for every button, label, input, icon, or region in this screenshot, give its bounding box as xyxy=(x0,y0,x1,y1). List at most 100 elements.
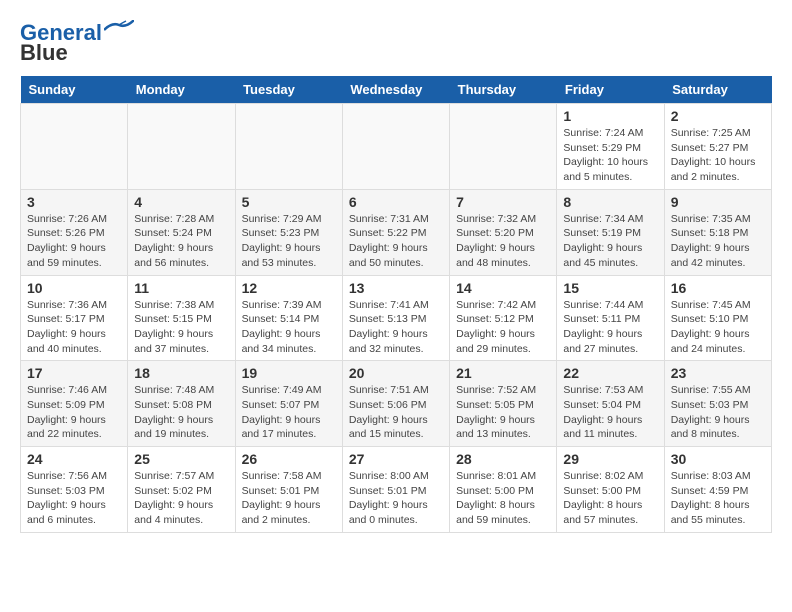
day-number: 10 xyxy=(27,280,121,296)
calendar-day-cell: 22 Sunrise: 7:53 AM Sunset: 5:04 PM Dayli… xyxy=(557,361,664,447)
calendar-week-row: 10 Sunrise: 7:36 AM Sunset: 5:17 PM Dayli… xyxy=(21,275,772,361)
calendar-day-cell: 2 Sunrise: 7:25 AM Sunset: 5:27 PM Daylig… xyxy=(664,104,771,190)
calendar-day-cell: 8 Sunrise: 7:34 AM Sunset: 5:19 PM Daylig… xyxy=(557,189,664,275)
day-info: Sunrise: 7:52 AM Sunset: 5:05 PM Dayligh… xyxy=(456,383,550,442)
day-info: Sunrise: 7:51 AM Sunset: 5:06 PM Dayligh… xyxy=(349,383,443,442)
day-number: 12 xyxy=(242,280,336,296)
day-number: 19 xyxy=(242,365,336,381)
day-number: 11 xyxy=(134,280,228,296)
calendar-day-cell: 14 Sunrise: 7:42 AM Sunset: 5:12 PM Dayli… xyxy=(450,275,557,361)
calendar-day-cell: 11 Sunrise: 7:38 AM Sunset: 5:15 PM Dayli… xyxy=(128,275,235,361)
day-number: 3 xyxy=(27,194,121,210)
day-info: Sunrise: 7:55 AM Sunset: 5:03 PM Dayligh… xyxy=(671,383,765,442)
day-number: 17 xyxy=(27,365,121,381)
day-info: Sunrise: 7:53 AM Sunset: 5:04 PM Dayligh… xyxy=(563,383,657,442)
logo-bird-icon xyxy=(104,20,134,38)
calendar-day-cell: 13Sunrise: 7:41 AM Sunset: 5:13 PM Dayli… xyxy=(342,275,449,361)
calendar-table: SundayMondayTuesdayWednesdayThursdayFrid… xyxy=(20,76,772,533)
calendar-day-cell: 9Sunrise: 7:35 AM Sunset: 5:18 PM Daylig… xyxy=(664,189,771,275)
day-number: 1 xyxy=(563,108,657,124)
calendar-day-cell: 26 Sunrise: 7:58 AM Sunset: 5:01 PM Dayli… xyxy=(235,447,342,533)
day-info: Sunrise: 8:00 AM Sunset: 5:01 PM Dayligh… xyxy=(349,469,443,528)
day-number: 29 xyxy=(563,451,657,467)
weekday-header-thursday: Thursday xyxy=(450,76,557,104)
day-info: Sunrise: 7:49 AM Sunset: 5:07 PM Dayligh… xyxy=(242,383,336,442)
weekday-header-tuesday: Tuesday xyxy=(235,76,342,104)
calendar-day-cell: 5 Sunrise: 7:29 AM Sunset: 5:23 PM Daylig… xyxy=(235,189,342,275)
calendar-week-row: 24 Sunrise: 7:56 AM Sunset: 5:03 PM Dayli… xyxy=(21,447,772,533)
calendar-day-cell: 7 Sunrise: 7:32 AM Sunset: 5:20 PM Daylig… xyxy=(450,189,557,275)
day-info: Sunrise: 7:48 AM Sunset: 5:08 PM Dayligh… xyxy=(134,383,228,442)
day-info: Sunrise: 8:03 AM Sunset: 4:59 PM Dayligh… xyxy=(671,469,765,528)
day-info: Sunrise: 7:58 AM Sunset: 5:01 PM Dayligh… xyxy=(242,469,336,528)
calendar-day-cell: 18 Sunrise: 7:48 AM Sunset: 5:08 PM Dayli… xyxy=(128,361,235,447)
calendar-day-cell: 23 Sunrise: 7:55 AM Sunset: 5:03 PM Dayli… xyxy=(664,361,771,447)
logo-blue: Blue xyxy=(20,40,68,66)
day-number: 18 xyxy=(134,365,228,381)
calendar-day-cell: 21 Sunrise: 7:52 AM Sunset: 5:05 PM Dayli… xyxy=(450,361,557,447)
weekday-header-sunday: Sunday xyxy=(21,76,128,104)
day-number: 26 xyxy=(242,451,336,467)
day-number: 27 xyxy=(349,451,443,467)
calendar-day-cell xyxy=(342,104,449,190)
day-info: Sunrise: 7:56 AM Sunset: 5:03 PM Dayligh… xyxy=(27,469,121,528)
header: General Blue xyxy=(20,20,772,66)
calendar-week-row: 1 Sunrise: 7:24 AM Sunset: 5:29 PM Daylig… xyxy=(21,104,772,190)
calendar-day-cell: 29 Sunrise: 8:02 AM Sunset: 5:00 PM Dayli… xyxy=(557,447,664,533)
day-number: 24 xyxy=(27,451,121,467)
weekday-header-monday: Monday xyxy=(128,76,235,104)
day-number: 15 xyxy=(563,280,657,296)
day-info: Sunrise: 7:25 AM Sunset: 5:27 PM Dayligh… xyxy=(671,126,765,185)
calendar-day-cell: 20 Sunrise: 7:51 AM Sunset: 5:06 PM Dayli… xyxy=(342,361,449,447)
day-number: 2 xyxy=(671,108,765,124)
day-number: 21 xyxy=(456,365,550,381)
calendar-day-cell: 4Sunrise: 7:28 AM Sunset: 5:24 PM Daylig… xyxy=(128,189,235,275)
day-number: 28 xyxy=(456,451,550,467)
weekday-header-row: SundayMondayTuesdayWednesdayThursdayFrid… xyxy=(21,76,772,104)
day-info: Sunrise: 7:44 AM Sunset: 5:11 PM Dayligh… xyxy=(563,298,657,357)
day-number: 16 xyxy=(671,280,765,296)
day-info: Sunrise: 7:29 AM Sunset: 5:23 PM Dayligh… xyxy=(242,212,336,271)
day-info: Sunrise: 7:39 AM Sunset: 5:14 PM Dayligh… xyxy=(242,298,336,357)
calendar-day-cell xyxy=(235,104,342,190)
day-number: 22 xyxy=(563,365,657,381)
day-number: 20 xyxy=(349,365,443,381)
day-number: 8 xyxy=(563,194,657,210)
day-info: Sunrise: 7:42 AM Sunset: 5:12 PM Dayligh… xyxy=(456,298,550,357)
day-number: 7 xyxy=(456,194,550,210)
day-number: 5 xyxy=(242,194,336,210)
day-info: Sunrise: 7:31 AM Sunset: 5:22 PM Dayligh… xyxy=(349,212,443,271)
logo: General Blue xyxy=(20,20,134,66)
day-number: 6 xyxy=(349,194,443,210)
calendar-week-row: 17 Sunrise: 7:46 AM Sunset: 5:09 PM Dayli… xyxy=(21,361,772,447)
calendar-day-cell: 24 Sunrise: 7:56 AM Sunset: 5:03 PM Dayli… xyxy=(21,447,128,533)
day-info: Sunrise: 8:01 AM Sunset: 5:00 PM Dayligh… xyxy=(456,469,550,528)
calendar-day-cell: 3 Sunrise: 7:26 AM Sunset: 5:26 PM Daylig… xyxy=(21,189,128,275)
day-info: Sunrise: 7:35 AM Sunset: 5:18 PM Dayligh… xyxy=(671,212,765,271)
weekday-header-friday: Friday xyxy=(557,76,664,104)
calendar-week-row: 3 Sunrise: 7:26 AM Sunset: 5:26 PM Daylig… xyxy=(21,189,772,275)
day-number: 25 xyxy=(134,451,228,467)
day-info: Sunrise: 7:32 AM Sunset: 5:20 PM Dayligh… xyxy=(456,212,550,271)
calendar-day-cell: 6 Sunrise: 7:31 AM Sunset: 5:22 PM Daylig… xyxy=(342,189,449,275)
calendar-day-cell: 28 Sunrise: 8:01 AM Sunset: 5:00 PM Dayli… xyxy=(450,447,557,533)
calendar-day-cell xyxy=(450,104,557,190)
day-info: Sunrise: 7:34 AM Sunset: 5:19 PM Dayligh… xyxy=(563,212,657,271)
calendar-day-cell: 16 Sunrise: 7:45 AM Sunset: 5:10 PM Dayli… xyxy=(664,275,771,361)
day-info: Sunrise: 7:26 AM Sunset: 5:26 PM Dayligh… xyxy=(27,212,121,271)
day-info: Sunrise: 7:46 AM Sunset: 5:09 PM Dayligh… xyxy=(27,383,121,442)
calendar-day-cell: 19 Sunrise: 7:49 AM Sunset: 5:07 PM Dayli… xyxy=(235,361,342,447)
day-info: Sunrise: 7:41 AM Sunset: 5:13 PM Dayligh… xyxy=(349,298,443,357)
day-info: Sunrise: 7:38 AM Sunset: 5:15 PM Dayligh… xyxy=(134,298,228,357)
calendar-day-cell: 25Sunrise: 7:57 AM Sunset: 5:02 PM Dayli… xyxy=(128,447,235,533)
day-info: Sunrise: 8:02 AM Sunset: 5:00 PM Dayligh… xyxy=(563,469,657,528)
weekday-header-wednesday: Wednesday xyxy=(342,76,449,104)
weekday-header-saturday: Saturday xyxy=(664,76,771,104)
day-info: Sunrise: 7:24 AM Sunset: 5:29 PM Dayligh… xyxy=(563,126,657,185)
day-number: 23 xyxy=(671,365,765,381)
calendar-day-cell: 30Sunrise: 8:03 AM Sunset: 4:59 PM Dayli… xyxy=(664,447,771,533)
day-info: Sunrise: 7:45 AM Sunset: 5:10 PM Dayligh… xyxy=(671,298,765,357)
day-number: 14 xyxy=(456,280,550,296)
calendar-day-cell: 27 Sunrise: 8:00 AM Sunset: 5:01 PM Dayli… xyxy=(342,447,449,533)
day-info: Sunrise: 7:36 AM Sunset: 5:17 PM Dayligh… xyxy=(27,298,121,357)
